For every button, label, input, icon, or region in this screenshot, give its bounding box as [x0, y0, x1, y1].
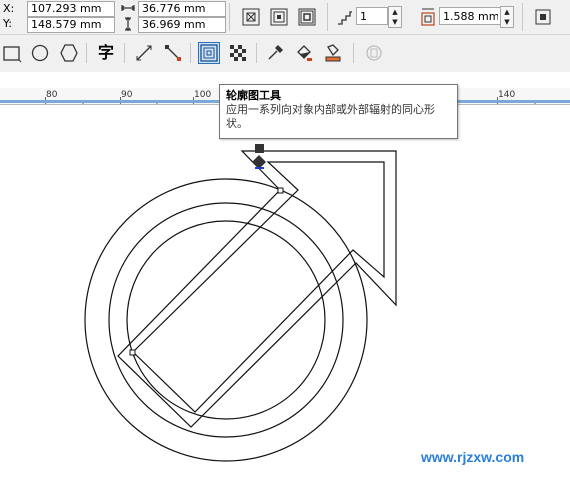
separator [327, 3, 328, 31]
connector-line-icon[interactable] [163, 43, 183, 63]
outside-contour-button[interactable] [297, 7, 317, 27]
height-icon [120, 17, 136, 31]
contour-offset-handle [252, 155, 266, 169]
property-bar: X: Y: ▲▼ ▲▼ [0, 0, 570, 35]
separator [353, 43, 354, 63]
drawing-canvas[interactable] [0, 105, 570, 481]
contour-start-handle [255, 144, 264, 153]
watermark: www.rjzxw.com [421, 449, 525, 465]
height-input[interactable] [138, 17, 226, 33]
node-handle [277, 187, 284, 194]
separator [190, 43, 191, 63]
transparency-icon[interactable] [228, 43, 248, 63]
contour-tool-tooltip: 轮廓图工具 应用一系列向对象内部或外部辐射的同心形状。 [219, 84, 458, 139]
width-icon [120, 1, 136, 15]
inner-circle [126, 220, 326, 420]
contour-offset-spinner[interactable]: ▲ ▼ [500, 6, 514, 28]
smart-fill-icon[interactable] [323, 43, 343, 63]
rectangle-icon[interactable] [2, 43, 22, 63]
dimension-line-icon[interactable] [134, 43, 154, 63]
contour-offset-icon [418, 7, 438, 27]
tool-toolbar: 字 [0, 35, 570, 72]
tooltip-title: 轮廓图工具 [226, 89, 281, 102]
inside-contour-button[interactable] [269, 7, 289, 27]
contour-offset-input[interactable] [439, 7, 502, 25]
separator [229, 3, 230, 31]
polygon-icon[interactable] [59, 43, 79, 63]
separator [522, 3, 523, 31]
separator [86, 43, 87, 63]
text-tool-button[interactable]: 字 [96, 43, 116, 63]
inner-arrow-contour [132, 161, 385, 413]
middle-circle [108, 202, 344, 438]
ellipse-icon[interactable] [30, 43, 50, 63]
disabled-tool-icon [364, 43, 384, 63]
contour-steps-icon [335, 7, 355, 27]
contour-steps-spinner[interactable]: ▲ ▼ [388, 6, 402, 28]
separator [256, 43, 257, 63]
contour-tool-button[interactable] [198, 42, 220, 64]
outer-arrow-contour [117, 150, 397, 428]
node-handle [129, 349, 136, 356]
y-label: Y: [3, 17, 12, 30]
separator [124, 43, 125, 63]
contour-to-center-button[interactable] [241, 7, 261, 27]
tooltip-body: 应用一系列向对象内部或外部辐射的同心形状。 [226, 103, 435, 130]
x-position-input[interactable] [27, 1, 115, 17]
x-label: X: [3, 2, 15, 15]
contour-steps-input[interactable] [356, 7, 388, 25]
y-position-input[interactable] [27, 17, 115, 33]
width-input[interactable] [138, 1, 226, 17]
object-contour-button[interactable] [533, 7, 553, 27]
eyedropper-icon[interactable] [265, 43, 285, 63]
interactive-fill-icon[interactable] [294, 43, 314, 63]
